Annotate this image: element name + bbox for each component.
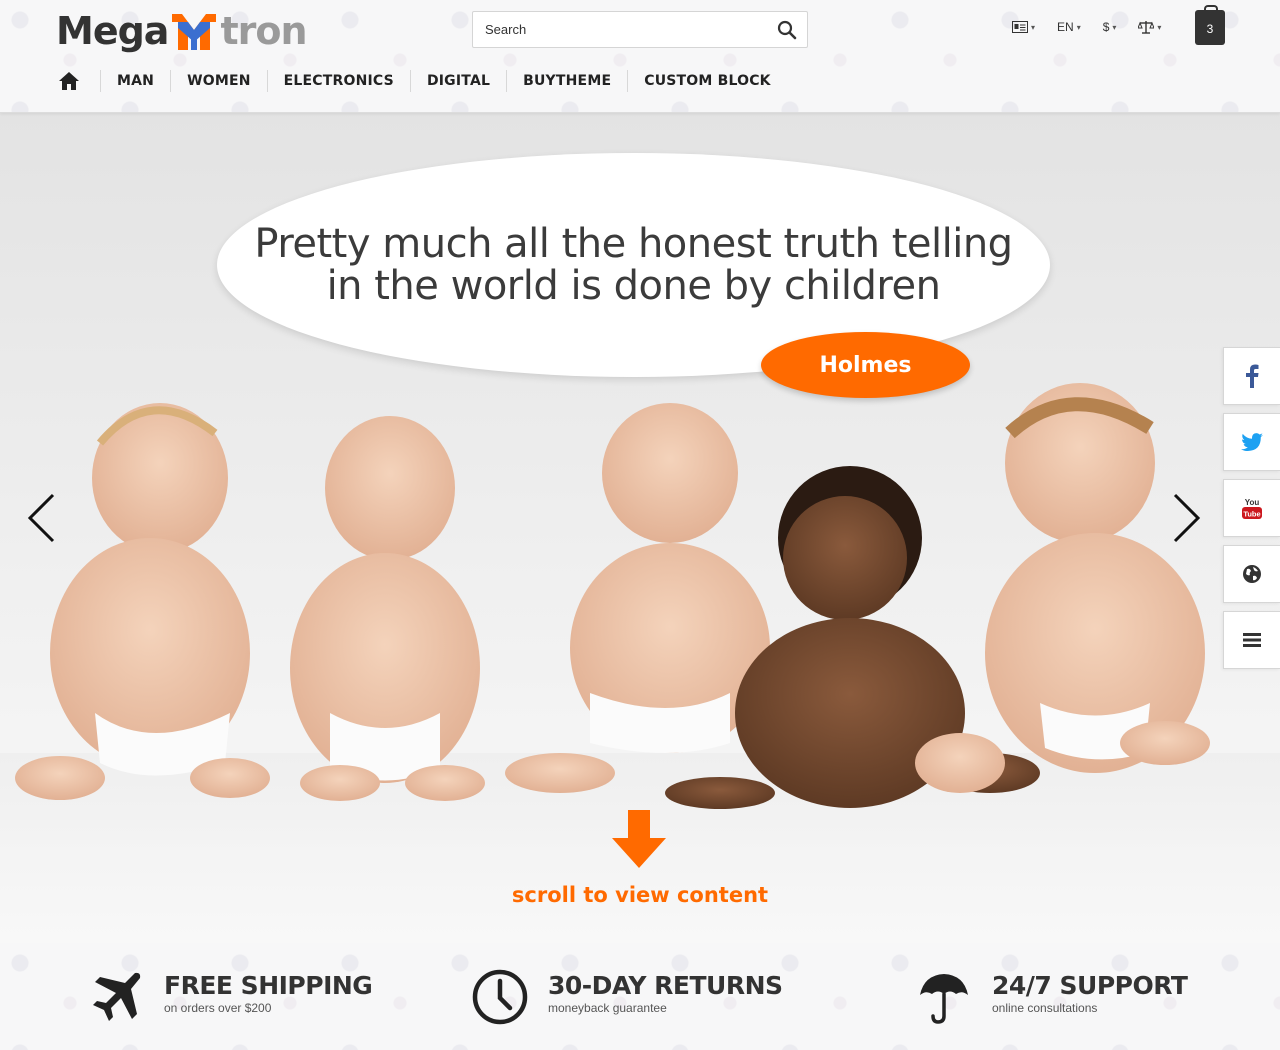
id-card-icon [1012,21,1028,33]
svg-text:You: You [1245,498,1260,507]
clock-icon [472,969,528,1025]
quote-author: Holmes [819,352,912,378]
slider-prev-arrow-icon[interactable] [27,493,57,543]
svg-text:Tube: Tube [1243,510,1260,519]
menu-icon [1243,633,1261,647]
nav-item-electronics[interactable]: ELECTRONICS [266,70,410,92]
feature-title: 24/7 SUPPORT [992,971,1188,1000]
twitter-icon [1241,433,1263,451]
logo-text-mega: Mega [56,9,169,53]
account-dropdown[interactable]: ▾ [1012,21,1035,33]
nav-item-women[interactable]: WOMEN [170,70,267,92]
logo-mark-icon [172,14,217,50]
slider-next-arrow-icon[interactable] [1171,493,1201,543]
currency-label: $ [1102,20,1110,34]
chevron-down-icon: ▾ [1157,22,1162,32]
cart-button[interactable]: 3 [1195,5,1225,45]
website-button[interactable] [1223,545,1280,603]
features-bar: FREE SHIPPING on orders over $200 30-DAY… [0,943,1280,1050]
hero-slider: Pretty much all the honest truth telling… [0,113,1280,943]
airplane-icon [93,972,141,1021]
feature-title: 30-DAY RETURNS [548,971,783,1000]
search-box [472,11,808,48]
feature-free-shipping: FREE SHIPPING on orders over $200 [88,971,373,1025]
nav-item-custom-block[interactable]: CUSTOM BLOCK [627,70,787,92]
nav-item-digital[interactable]: DIGITAL [409,70,506,92]
youtube-icon: You Tube [1242,498,1262,519]
compare-dropdown[interactable]: ▾ [1138,20,1161,34]
twitter-button[interactable] [1223,413,1280,471]
cart-count: 3 [1206,22,1214,36]
feature-subtitle: online consultations [992,1001,1098,1015]
hero-image-babies [15,383,1210,809]
quote-author-badge: Holmes [761,332,970,398]
currency-dropdown[interactable]: $ ▾ [1103,20,1117,34]
globe-icon [1243,565,1261,583]
home-icon[interactable] [58,70,80,92]
hero-quote-line2: in the world is done by children [326,263,941,309]
feature-returns: 30-DAY RETURNS moneyback guarantee [472,969,783,1025]
feature-title: FREE SHIPPING [164,971,373,1000]
language-dropdown[interactable]: EN ▾ [1057,20,1081,34]
hero-quote: Pretty much all the honest truth telling… [217,223,1050,307]
feature-text: 24/7 SUPPORT online consultations [992,971,1188,1015]
menu-button[interactable] [1223,611,1280,669]
chevron-down-icon: ▾ [1031,22,1036,32]
site-logo[interactable]: Mega tron [56,6,308,56]
youtube-button[interactable]: You Tube [1223,479,1280,537]
nav-item-buytheme[interactable]: BUYTHEME [506,70,627,92]
social-sidebar: You Tube [1223,347,1280,677]
scales-icon [1138,21,1155,34]
top-tools: ▾ EN ▾ $ ▾ ▾ [1012,20,1183,34]
feature-support: 24/7 SUPPORT online consultations [916,971,1188,1025]
search-icon[interactable] [777,20,797,40]
chevron-down-icon: ▾ [1076,22,1081,32]
main-nav: MAN WOMEN ELECTRONICS DIGITAL BUYTHEME C… [58,70,787,92]
feature-subtitle: moneyback guarantee [548,1001,667,1015]
facebook-icon [1246,364,1259,388]
hero-quote-line1: Pretty much all the honest truth telling [254,221,1013,267]
scroll-down-arrow-icon[interactable] [612,810,666,868]
logo-text-tron: tron [220,9,307,53]
search-input[interactable] [473,12,763,47]
feature-text: 30-DAY RETURNS moneyback guarantee [548,971,783,1015]
feature-text: FREE SHIPPING on orders over $200 [164,971,373,1015]
nav-item-man[interactable]: MAN [100,70,170,92]
umbrella-icon [920,974,968,1024]
feature-subtitle: on orders over $200 [164,1001,272,1015]
site-header: Mega tron ▾ EN ▾ [0,0,1280,113]
chevron-down-icon: ▾ [1112,22,1117,32]
scroll-hint[interactable]: scroll to view content [440,883,840,907]
language-label: EN [1057,20,1074,34]
facebook-button[interactable] [1223,347,1280,405]
